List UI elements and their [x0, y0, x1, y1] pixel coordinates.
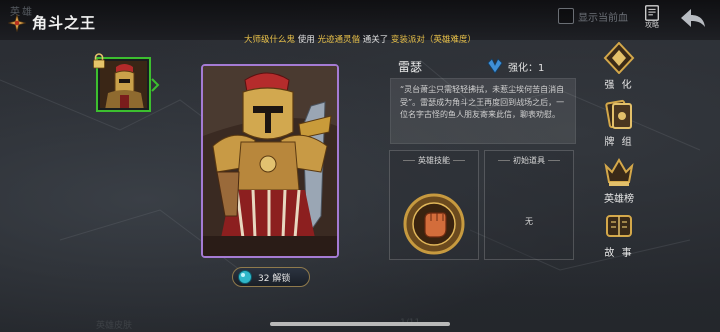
hero-thumbnail-selected[interactable]: [93, 53, 151, 112]
selected-arrow-icon: [151, 78, 160, 92]
menu-item-deck[interactable]: 牌 组: [598, 99, 640, 155]
fist-skill-icon[interactable]: [403, 193, 465, 255]
announce-player: 大师级什么鬼: [244, 35, 296, 45]
hero-skill-title: 英雄技能: [390, 155, 478, 166]
back-button[interactable]: [676, 4, 710, 32]
gladiator-portrait-art: [203, 66, 337, 256]
gladiator-thumb-icon: [100, 61, 147, 108]
story-menu-icon: [606, 215, 632, 237]
starting-item-panel: 初始道具 无: [484, 150, 574, 260]
unlock-cost: 32 解锁: [258, 273, 291, 284]
compass-icon: [8, 13, 26, 32]
top-right-controls: 显示当前血 攻略: [558, 4, 710, 32]
hero-thumbnail-art: [100, 61, 147, 108]
menu-item-story[interactable]: 故 事: [598, 210, 640, 266]
enhance-menu-icon: [603, 42, 635, 74]
home-indicator[interactable]: [270, 322, 450, 326]
hero-skill-panel: 英雄技能: [389, 150, 479, 260]
title-area: 角斗之王: [8, 12, 96, 33]
show-current-label: 显示当前血: [578, 12, 628, 24]
announce-stage: 变装派对（英雄难度）: [390, 35, 476, 45]
show-current-checkbox[interactable]: [558, 8, 574, 24]
enhance-label: 强化：1: [508, 62, 545, 74]
hero-name: 雷瑟: [398, 60, 423, 74]
guide-label: 攻略: [645, 21, 659, 29]
starting-item-title: 初始道具: [485, 155, 573, 166]
hero-description: “灵台萧尘只需轻轻拂拭，未惹尘埃何苦自消自受”。雷瑟成为角斗之王再度回到战场之后…: [390, 78, 576, 144]
gem-icon: [238, 270, 252, 284]
back-arrow-icon: [681, 9, 705, 27]
menu-label-enhance: 强 化: [604, 80, 634, 91]
announce-verb1: 使用: [297, 35, 315, 45]
wings-icon: [487, 58, 503, 74]
announce-verb2: 通关了: [362, 35, 389, 45]
show-current-toggle[interactable]: 显示当前血: [558, 8, 628, 24]
menu-item-leaderboard[interactable]: 英雄榜: [598, 156, 640, 212]
page-title: 角斗之王: [32, 14, 97, 32]
deck-menu-icon: [605, 99, 632, 129]
starting-item-none: 无: [525, 217, 533, 226]
menu-label-leaderboard: 英雄榜: [604, 194, 634, 205]
hero-portrait: [201, 64, 339, 258]
menu-item-enhance[interactable]: 强 化: [598, 42, 640, 98]
enhance-level: 强化：1: [486, 57, 544, 75]
menu-label-deck: 牌 组: [604, 137, 634, 148]
leaderboard-menu-icon: [604, 158, 634, 186]
unlock-button[interactable]: 32 解锁: [232, 267, 310, 287]
menu-label-story: 故 事: [604, 248, 634, 259]
guide-button[interactable]: 攻略: [638, 4, 666, 30]
bottom-faded-label: 英雄皮肤: [96, 321, 133, 331]
lock-icon: [93, 53, 105, 69]
announce-hero: 光迹通灵偕: [317, 35, 360, 45]
